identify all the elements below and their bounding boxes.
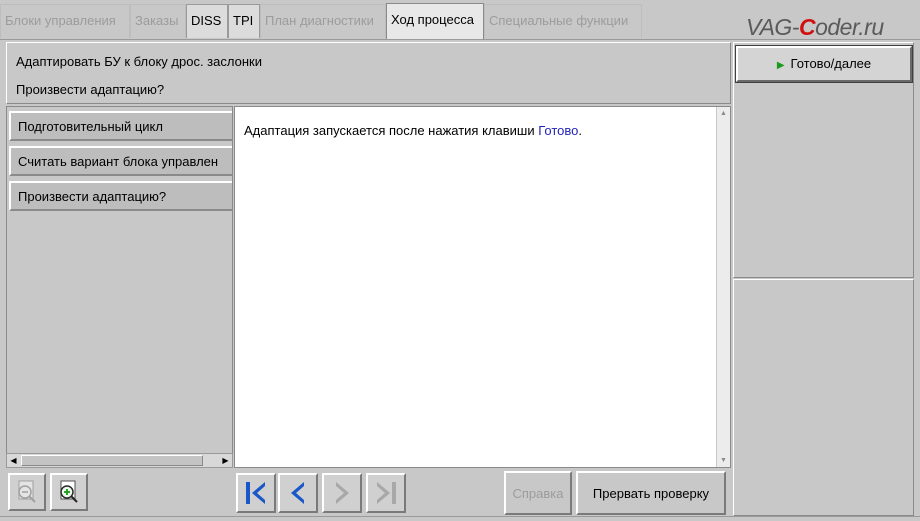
scroll-up-icon[interactable]: ▲: [717, 107, 730, 120]
tab-orders[interactable]: Заказы: [130, 4, 186, 38]
play-triangle-icon: ▶: [776, 60, 785, 71]
next-step-button[interactable]: [322, 473, 362, 513]
last-page-icon: [377, 482, 396, 504]
tab-tpi[interactable]: TPI: [228, 4, 260, 38]
window-bottom-edge: [0, 516, 920, 521]
message-area: Адаптация запускается после нажатия клав…: [234, 106, 731, 468]
watermark-logo: VAG-Coder.ru: [746, 14, 884, 40]
step-item-preparation[interactable]: Подготовительный цикл: [9, 111, 232, 141]
help-button[interactable]: Справка: [504, 471, 572, 515]
first-page-button[interactable]: [236, 473, 276, 513]
right-panel-bottom: [733, 279, 914, 516]
first-page-icon: [246, 482, 265, 504]
right-panel: ▶ Готово/далее: [733, 42, 914, 516]
scroll-thumb[interactable]: [21, 455, 203, 466]
scroll-right-icon[interactable]: ▶: [219, 454, 232, 467]
zoom-in-icon: [60, 480, 78, 503]
zoom-in-button[interactable]: [50, 473, 88, 511]
steps-horizontal-scrollbar[interactable]: ◀ ▶: [6, 453, 233, 468]
next-icon: [336, 482, 349, 504]
step-item-read-variant[interactable]: Считать вариант блока управлен: [9, 146, 232, 176]
abort-test-button[interactable]: Прервать проверку: [576, 471, 726, 515]
instruction-text: Адаптация запускается после нажатия клав…: [244, 123, 582, 138]
done-link[interactable]: Готово: [538, 123, 578, 138]
previous-icon: [291, 482, 304, 504]
scroll-down-icon[interactable]: ▼: [717, 454, 730, 467]
procedure-question: Произвести адаптацию?: [16, 82, 165, 97]
tab-diagnostic-plan[interactable]: План диагностики: [260, 4, 386, 38]
step-item-perform-adaptation[interactable]: Произвести адаптацию?: [9, 181, 232, 211]
zoom-out-button[interactable]: [8, 473, 46, 511]
bottom-toolbar: Справка Прервать проверку: [6, 469, 731, 516]
tab-diss[interactable]: DISS: [186, 4, 228, 38]
steps-panel: Подготовительный цикл Считать вариант бл…: [6, 106, 233, 468]
tab-process[interactable]: Ход процесса: [386, 3, 484, 39]
procedure-header: Адаптировать БУ к блоку дрос. заслонки П…: [6, 42, 731, 104]
procedure-title: Адаптировать БУ к блоку дрос. заслонки: [16, 54, 262, 69]
previous-button[interactable]: [278, 473, 318, 513]
message-vertical-scrollbar[interactable]: ▲ ▼: [716, 107, 730, 467]
done-next-button[interactable]: ▶ Готово/далее: [735, 45, 913, 83]
scroll-left-icon[interactable]: ◀: [7, 454, 20, 467]
zoom-out-icon: [18, 480, 36, 503]
tab-bar: Блоки управления Заказы DISS TPI План ди…: [0, 0, 920, 40]
tab-control-units[interactable]: Блоки управления: [0, 4, 130, 38]
right-panel-top: ▶ Готово/далее: [733, 42, 914, 278]
tab-special-functions[interactable]: Специальные функции: [484, 4, 642, 38]
last-page-button[interactable]: [366, 473, 406, 513]
